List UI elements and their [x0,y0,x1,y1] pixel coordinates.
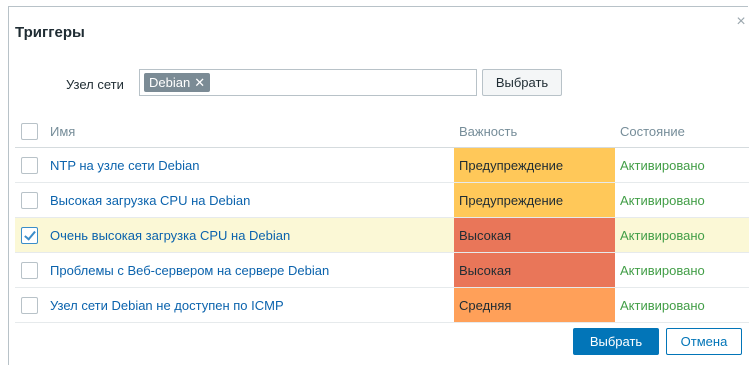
header-severity: Важность [459,123,518,139]
select-all-checkbox[interactable] [21,123,38,140]
host-select-button[interactable]: Выбрать [482,69,562,96]
table-row: Высокая загрузка CPU на Debian Предупреж… [15,183,749,218]
table-row: Проблемы с Веб-сервером на сервере Debia… [15,253,749,288]
severity-badge: Высокая [454,253,615,287]
close-icon[interactable]: × [734,14,748,30]
header-status: Состояние [620,123,685,139]
trigger-name-link[interactable]: Узел сети Debian не доступен по ICMP [50,288,284,322]
status-text: Активировано [620,297,705,313]
table-row: NTP на узле сети Debian Предупреждение А… [15,148,749,183]
triggers-table: Имя Важность Состояние NTP на узле сети … [15,115,749,323]
row-checkbox[interactable] [21,297,38,314]
host-tag-label: Debian [149,75,191,90]
severity-badge: Высокая [454,218,615,252]
severity-badge: Средняя [454,288,615,322]
host-label: Узел сети [66,77,124,92]
host-tag: Debian ✕ [144,73,211,92]
select-button[interactable]: Выбрать [573,328,659,355]
trigger-name-link[interactable]: Высокая загрузка CPU на Debian [50,183,250,217]
status-text: Активировано [620,262,705,278]
row-checkbox[interactable] [21,157,38,174]
table-header-row: Имя Важность Состояние [15,115,749,148]
severity-badge: Предупреждение [454,183,615,217]
dialog-title: Триггеры [15,24,85,41]
header-name[interactable]: Имя [50,115,75,147]
cancel-button[interactable]: Отмена [666,328,742,355]
row-checkbox[interactable] [21,262,38,279]
triggers-dialog: Триггеры × Узел сети Debian ✕ Выбрать Им… [8,6,749,365]
host-multiselect[interactable]: Debian ✕ [139,69,477,96]
trigger-name-link[interactable]: Очень высокая загрузка CPU на Debian [50,218,290,252]
table-row: Очень высокая загрузка CPU на Debian Выс… [15,218,749,253]
table-row: Узел сети Debian не доступен по ICMP Сре… [15,288,749,323]
trigger-name-link[interactable]: NTP на узле сети Debian [50,148,199,182]
severity-badge: Предупреждение [454,148,615,182]
remove-tag-icon[interactable]: ✕ [194,75,205,91]
status-text: Активировано [620,227,705,243]
row-checkbox[interactable] [21,192,38,209]
status-text: Активировано [620,157,705,173]
status-text: Активировано [620,192,705,208]
row-checkbox[interactable] [21,227,38,244]
trigger-name-link[interactable]: Проблемы с Веб-сервером на сервере Debia… [50,253,329,287]
